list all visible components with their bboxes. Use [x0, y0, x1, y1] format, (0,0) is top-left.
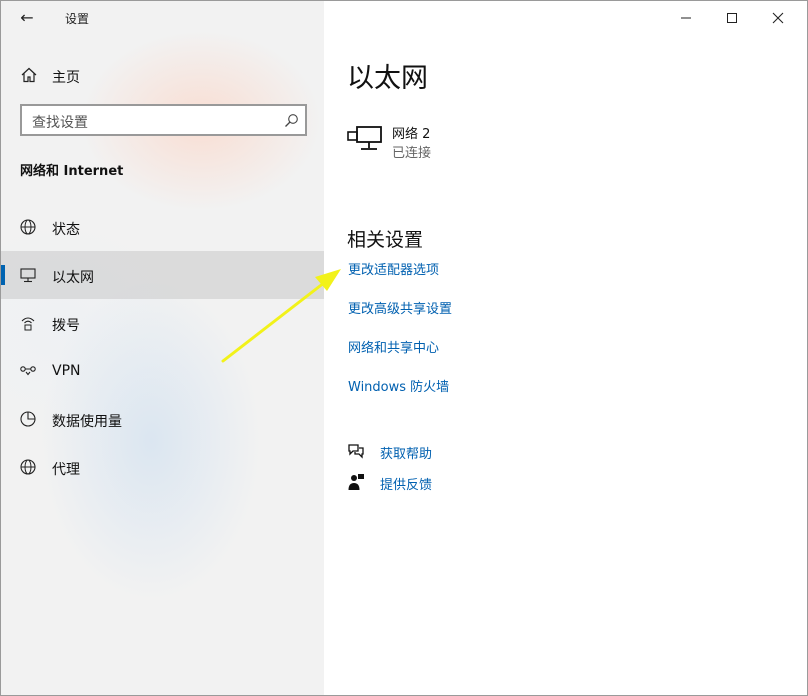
sidebar-item-ethernet[interactable]: 以太网 [1, 251, 324, 299]
sidebar-item-label: 代理 [52, 462, 80, 478]
section-title: 网络和 Internet [20, 164, 124, 179]
page-title: 以太网 [347, 63, 428, 94]
sidebar-item-dialup[interactable]: 拨号 [1, 299, 324, 347]
change-adapter-options-link[interactable]: 更改适配器选项 [348, 259, 439, 278]
app-title: 设置 [65, 12, 90, 26]
sidebar-item-label: 以太网 [52, 270, 94, 286]
change-sharing-settings-link[interactable]: 更改高级共享设置 [348, 298, 452, 317]
sidebar-item-label: 数据使用量 [52, 414, 122, 430]
home-label: 主页 [52, 70, 80, 86]
close-icon [772, 12, 784, 24]
sidebar-item-label: 状态 [52, 222, 80, 238]
maximize-button[interactable] [709, 1, 755, 35]
sidebar-item-vpn[interactable]: VPN [1, 347, 324, 395]
windows-firewall-link[interactable]: Windows 防火墙 [348, 376, 449, 395]
sidebar: 主页 查找设置 网络和 Internet 状态 以太网 拨号 VPN 数据使用量… [1, 1, 324, 695]
help-chat-icon [348, 444, 364, 459]
back-button[interactable]: ← [13, 7, 41, 29]
data-usage-icon [20, 411, 36, 427]
minimize-icon [681, 17, 691, 19]
settings-window: 主页 查找设置 网络和 Internet 状态 以太网 拨号 VPN 数据使用量… [0, 0, 808, 696]
sidebar-item-status[interactable]: 状态 [1, 203, 324, 251]
search-icon [285, 114, 298, 127]
feedback-icon [348, 474, 364, 490]
vpn-icon [20, 366, 36, 376]
sidebar-item-proxy[interactable]: 代理 [1, 443, 324, 491]
sidebar-item-data-usage[interactable]: 数据使用量 [1, 395, 324, 443]
adapter-name[interactable]: 网络 2 [392, 123, 430, 142]
search-input[interactable]: 查找设置 [20, 104, 307, 136]
globe-proxy-icon [20, 459, 36, 475]
dialup-icon [21, 317, 35, 331]
selection-indicator [1, 265, 5, 285]
network-adapter-icon[interactable] [347, 124, 383, 154]
get-help-link[interactable]: 获取帮助 [380, 443, 432, 462]
search-placeholder: 查找设置 [32, 115, 88, 131]
adapter-status: 已连接 [392, 146, 432, 161]
give-feedback-link[interactable]: 提供反馈 [380, 474, 432, 493]
related-settings-title: 相关设置 [347, 229, 424, 251]
close-button[interactable] [755, 1, 801, 35]
sidebar-item-label: VPN [52, 363, 81, 379]
sidebar-item-home[interactable]: 主页 [1, 59, 324, 91]
network-sharing-center-link[interactable]: 网络和共享中心 [348, 337, 439, 356]
maximize-icon [727, 13, 737, 23]
globe-status-icon [20, 219, 36, 235]
sidebar-item-label: 拨号 [52, 318, 80, 334]
home-icon [21, 67, 37, 83]
ethernet-icon [20, 268, 36, 283]
minimize-button[interactable] [663, 1, 709, 35]
title-bar: ← 设置 [1, 1, 807, 35]
